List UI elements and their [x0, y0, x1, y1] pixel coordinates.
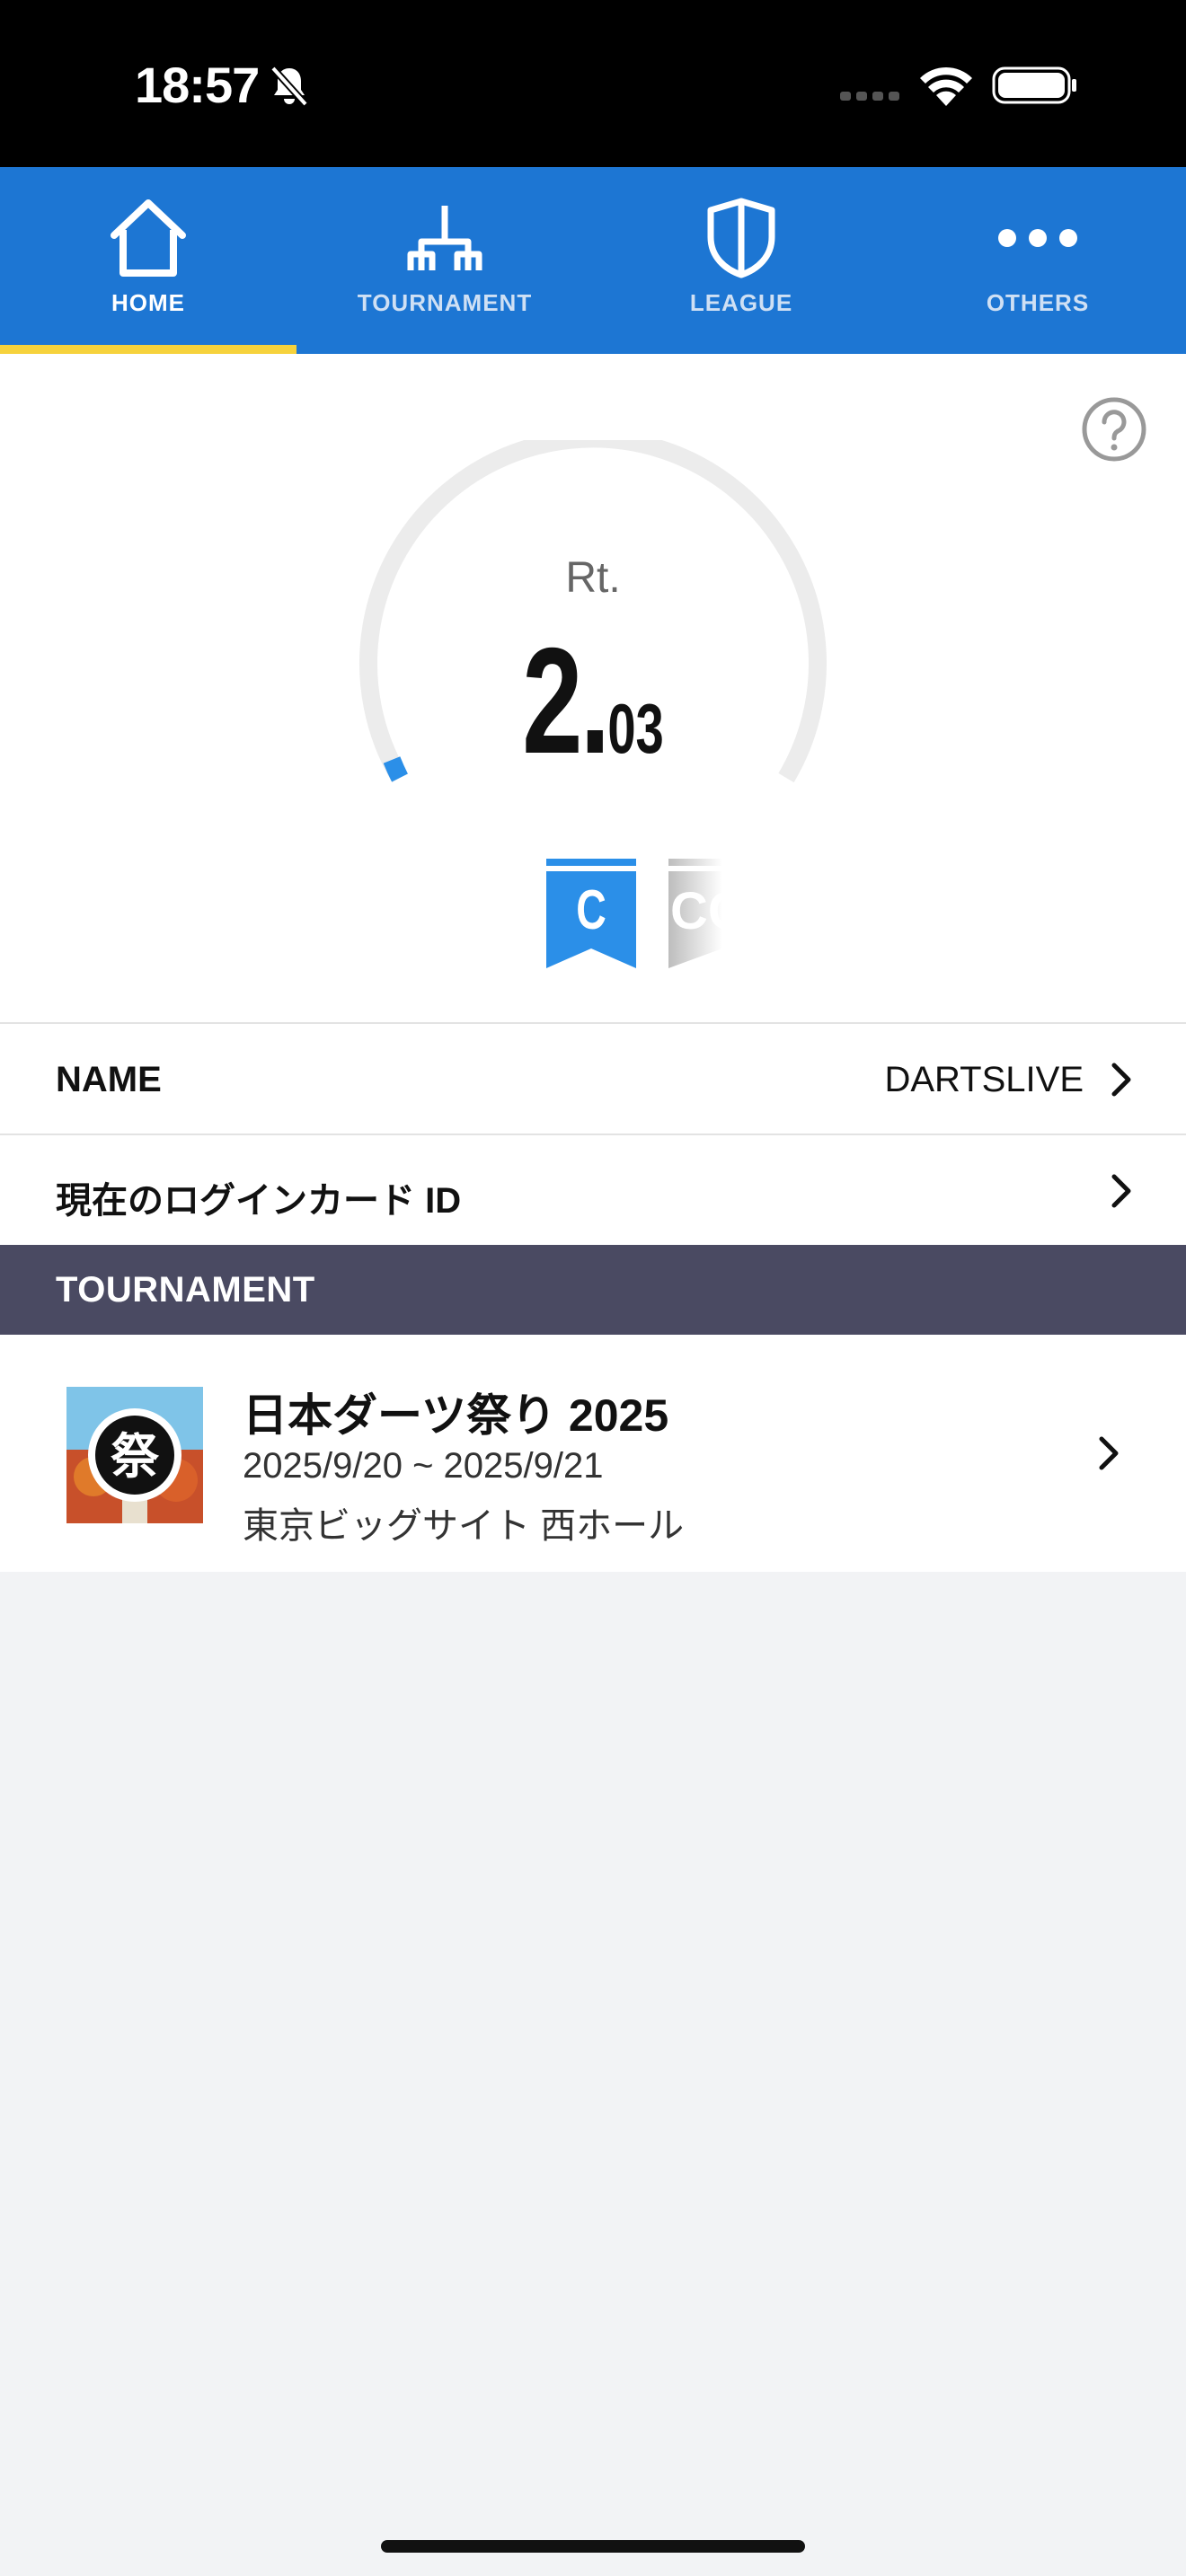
- tab-home-label: HOME: [111, 289, 185, 316]
- name-value: DARTSLIVE: [884, 1060, 1084, 1099]
- class-flag-cc-label: CC: [670, 882, 722, 940]
- login-card-row[interactable]: 現在のログインカード ID: [0, 1134, 1186, 1245]
- rating-label: Rt.: [565, 554, 621, 602]
- home-icon: [111, 199, 186, 277]
- rating-value: 2.03: [166, 614, 1020, 788]
- battery-icon: [992, 66, 1076, 104]
- tournament-section-header: TOURNAMENT: [0, 1245, 1186, 1335]
- class-flag-c: C: [546, 859, 636, 968]
- tournament-list-item[interactable]: 祭 日本ダーツ祭り 2025 2025/9/20 ~ 2025/9/21 東京ビ…: [0, 1335, 1186, 1572]
- tab-league[interactable]: LEAGUE: [593, 167, 890, 354]
- rating-panel: Rt. 2.03 C CC: [0, 354, 1186, 1022]
- signal-icon: [840, 92, 899, 101]
- bracket-icon: [407, 206, 482, 270]
- app-screen: 18:57 HOME TOURNAMENT LEAGUE OTHERS Rt. …: [0, 0, 1186, 2576]
- wifi-icon: [920, 66, 972, 106]
- rating-integer: 2.: [522, 616, 610, 785]
- name-label: NAME: [56, 1060, 162, 1099]
- tournament-dates: 2025/9/20 ~ 2025/9/21: [243, 1446, 604, 1486]
- class-flag-c-label: C: [576, 878, 606, 940]
- bell-slash-icon: [270, 66, 308, 107]
- more-icon: [998, 229, 1077, 247]
- tab-tournament-label: TOURNAMENT: [357, 289, 533, 316]
- tournament-thumbnail: 祭: [66, 1387, 203, 1523]
- tab-others[interactable]: OTHERS: [890, 167, 1186, 354]
- shield-icon: [707, 198, 775, 278]
- tournament-title: 日本ダーツ祭り 2025: [243, 1390, 669, 1441]
- login-card-label: 現在のログインカード ID: [56, 1181, 462, 1221]
- chevron-right-icon: [1111, 1063, 1131, 1097]
- thumbnail-glyph: 祭: [111, 1428, 160, 1485]
- tournament-venue: 東京ビッグサイト 西ホール: [243, 1506, 685, 1546]
- rating-decimal: 03: [607, 689, 664, 768]
- help-icon[interactable]: [1080, 395, 1148, 463]
- chevron-right-icon: [1111, 1174, 1131, 1208]
- status-bar: 18:57: [0, 0, 1186, 167]
- chevron-right-icon: [1099, 1436, 1119, 1470]
- tab-home[interactable]: HOME: [0, 167, 296, 354]
- class-flag-cc: CC: [668, 859, 722, 968]
- home-indicator[interactable]: [381, 2540, 805, 2553]
- name-row[interactable]: NAME DARTSLIVE: [0, 1022, 1186, 1134]
- tournament-section-title: TOURNAMENT: [56, 1270, 315, 1310]
- tab-league-label: LEAGUE: [689, 289, 793, 316]
- status-time: 18:57: [135, 57, 260, 113]
- tab-others-label: OTHERS: [986, 289, 1090, 316]
- tab-tournament[interactable]: TOURNAMENT: [296, 167, 593, 354]
- main-tab-bar: HOME TOURNAMENT LEAGUE OTHERS: [0, 167, 1186, 354]
